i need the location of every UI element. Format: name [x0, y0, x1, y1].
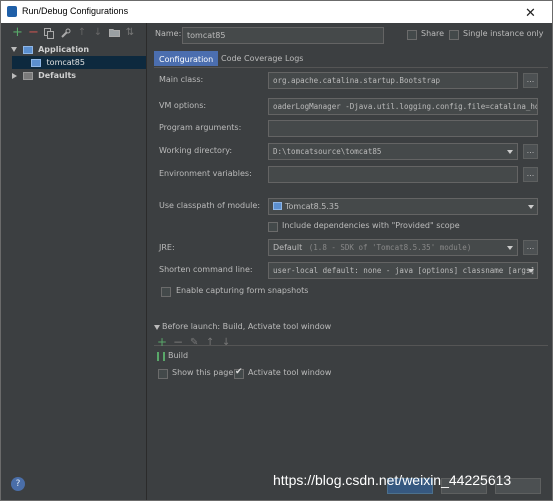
main-class-label: Main class:	[159, 75, 204, 84]
sort-icon[interactable]: ⇅	[125, 28, 135, 40]
working-directory-dropdown-icon[interactable]	[507, 150, 513, 154]
jre-hint: (1.8 - SDK of 'Tomcat8.5.35' module)	[308, 243, 472, 252]
activate-tool-window-label: Activate tool window	[248, 368, 332, 377]
configurations-sidebar: + − ↑ ↓ ⇅ Application tomcat85 Defaults …	[2, 23, 147, 500]
single-instance-label: Single instance only	[463, 29, 544, 38]
working-directory-field[interactable]: D:\tomcatsource\tomcat85	[268, 143, 518, 160]
share-label: Share	[421, 29, 445, 38]
environment-variables-field[interactable]	[268, 166, 518, 183]
vm-options-field[interactable]: oaderLogManager -Djava.util.logging.conf…	[268, 98, 538, 115]
jre-value: Default	[273, 243, 303, 252]
app-icon	[7, 6, 17, 17]
vm-options-label: VM options:	[159, 101, 207, 110]
tab-code-coverage[interactable]: Code Coverage	[217, 51, 286, 66]
before-launch-up-icon[interactable]: ↑	[206, 338, 214, 348]
before-launch-remove-icon[interactable]: −	[173, 336, 183, 348]
run-config-icon	[31, 58, 41, 67]
defaults-icon	[22, 71, 33, 80]
environment-variables-browse-button[interactable]: ...	[523, 167, 538, 182]
move-up-icon[interactable]: ↑	[77, 28, 87, 40]
tree-label-defaults: Defaults	[38, 71, 77, 80]
name-label: Name:	[155, 29, 182, 38]
program-arguments-field[interactable]	[268, 120, 538, 137]
environment-variables-label: Environment variables:	[159, 169, 252, 178]
folder-icon[interactable]	[109, 28, 120, 40]
shorten-command-line-dropdown-icon[interactable]	[528, 269, 534, 273]
tree-node-tomcat85[interactable]: tomcat85	[12, 56, 146, 69]
move-down-icon[interactable]: ↓	[93, 28, 103, 40]
classpath-module-value: Tomcat8.5.35	[285, 202, 340, 211]
form-snapshots-checkbox[interactable]	[161, 287, 171, 297]
before-launch-header: Before launch: Build, Activate tool wind…	[162, 322, 332, 331]
tab-logs[interactable]: Logs	[281, 51, 307, 66]
classpath-module-dropdown-icon[interactable]	[528, 205, 534, 209]
before-launch-task-label: Build	[168, 351, 189, 360]
before-launch-down-icon[interactable]: ↓	[222, 338, 230, 348]
tree-node-application[interactable]: Application	[11, 43, 89, 56]
tab-configuration[interactable]: Configuration	[154, 51, 219, 66]
module-folder-icon	[273, 202, 282, 210]
jre-select[interactable]: Default (1.8 - SDK of 'Tomcat8.5.35' mod…	[268, 239, 518, 256]
main-class-browse-button[interactable]: ...	[523, 73, 538, 88]
application-icon	[22, 45, 33, 54]
wrench-icon[interactable]	[60, 28, 71, 40]
help-icon[interactable]: ?	[11, 477, 25, 491]
add-icon[interactable]: +	[12, 26, 23, 40]
before-launch-add-icon[interactable]: +	[157, 336, 167, 348]
before-launch-edit-icon[interactable]: ✎	[190, 338, 198, 348]
include-dependencies-label: Include dependencies with "Provided" sco…	[282, 221, 460, 230]
main-class-field[interactable]: org.apache.catalina.startup.Bootstrap	[268, 72, 518, 89]
tree-label-tomcat85: tomcat85	[46, 58, 85, 67]
tree-label-application: Application	[38, 45, 90, 54]
tree-node-defaults[interactable]: Defaults	[11, 69, 76, 82]
classpath-module-label: Use classpath of module:	[159, 201, 261, 210]
working-directory-label: Working directory:	[159, 146, 233, 155]
shorten-command-line-label: Shorten command line:	[159, 265, 253, 274]
program-arguments-label: Program arguments:	[159, 123, 242, 132]
jre-label: JRE:	[159, 243, 175, 252]
before-launch-collapse-icon[interactable]	[154, 325, 160, 330]
watermark: https://blog.csdn.net/weixin_44225613	[273, 472, 512, 488]
run-debug-configurations-dialog: Run/Debug Configurations ✕ + − ↑ ↓ ⇅ App…	[0, 0, 553, 501]
show-this-page-checkbox[interactable]	[158, 369, 168, 379]
activate-tool-window-checkbox[interactable]	[234, 367, 244, 379]
expand-arrow-icon[interactable]	[11, 47, 17, 52]
working-directory-browse-button[interactable]: ...	[523, 144, 538, 159]
collapse-arrow-icon[interactable]	[12, 72, 17, 79]
window-title: Run/Debug Configurations	[22, 6, 129, 16]
close-icon[interactable]: ✕	[525, 5, 536, 21]
single-instance-checkbox[interactable]	[449, 30, 459, 40]
share-checkbox[interactable]	[407, 30, 417, 40]
before-launch-task-row[interactable]: Build	[154, 350, 548, 363]
classpath-module-select[interactable]: Tomcat8.5.35	[268, 198, 538, 215]
show-this-page-label: Show this page	[172, 368, 234, 377]
jre-browse-button[interactable]: ...	[523, 240, 538, 255]
build-icon	[157, 352, 165, 361]
include-dependencies-checkbox[interactable]	[268, 222, 278, 232]
title-bar: Run/Debug Configurations ✕	[1, 1, 552, 23]
name-field[interactable]: tomcat85	[182, 27, 384, 44]
remove-icon[interactable]: −	[28, 26, 39, 40]
copy-icon[interactable]	[44, 28, 54, 40]
form-snapshots-label: Enable capturing form snapshots	[176, 286, 309, 295]
jre-dropdown-icon[interactable]	[507, 246, 513, 250]
shorten-command-line-select[interactable]: user-local default: none - java [options…	[268, 262, 538, 279]
